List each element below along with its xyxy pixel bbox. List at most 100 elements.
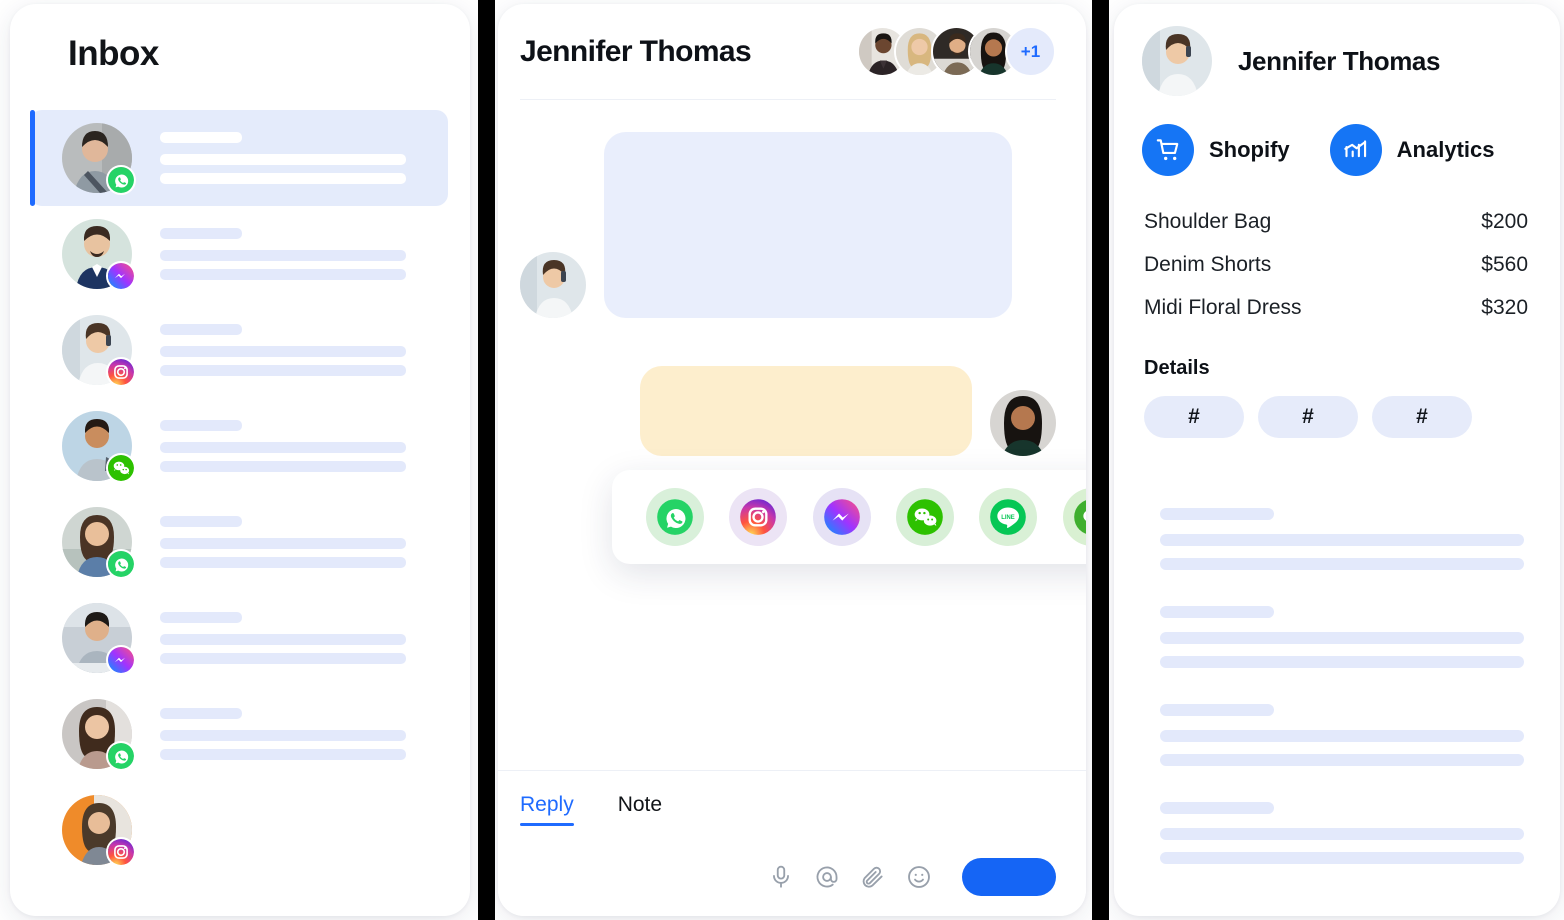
product-name: Denim Shorts xyxy=(1144,253,1272,276)
conversation-list-item[interactable] xyxy=(30,398,448,494)
tag-list: # # # xyxy=(1114,380,1560,438)
product-row[interactable]: Shoulder Bag $200 xyxy=(1144,210,1528,234)
preview-line xyxy=(160,634,406,645)
preview-line xyxy=(160,557,406,568)
tab-reply[interactable]: Reply xyxy=(520,793,574,826)
emoji-icon[interactable] xyxy=(906,864,932,890)
message-bubble xyxy=(604,132,1012,318)
avatar xyxy=(62,411,136,483)
app-shopify[interactable]: Shopify xyxy=(1142,124,1290,176)
participant-avatar-stack[interactable]: +1 xyxy=(857,26,1056,77)
avatar xyxy=(62,315,136,387)
preview-line xyxy=(160,730,406,741)
contact-header: Jennifer Thomas xyxy=(1114,4,1560,96)
contact-details-panel: Jennifer Thomas Shopify Analytics Should… xyxy=(1114,4,1560,916)
skeleton-line xyxy=(1160,558,1524,570)
preview-line xyxy=(160,442,406,453)
conversation-list-item[interactable] xyxy=(30,110,448,206)
preview-line xyxy=(160,538,406,549)
conversation-list-item[interactable] xyxy=(30,206,448,302)
preview-line xyxy=(160,324,242,335)
conversation-list-item[interactable] xyxy=(30,782,448,878)
avatar xyxy=(62,507,136,579)
conversation-list-item[interactable] xyxy=(30,686,448,782)
messenger-icon[interactable] xyxy=(812,488,871,546)
wechat-icon[interactable] xyxy=(895,488,954,546)
tag-chip[interactable]: # xyxy=(1258,396,1358,438)
conversation-preview xyxy=(160,612,448,664)
product-list: Shoulder Bag $200 Denim Shorts $560 Midi… xyxy=(1114,176,1560,320)
conversation-preview xyxy=(160,516,448,568)
preview-line xyxy=(160,173,406,184)
app-label: Shopify xyxy=(1209,137,1290,162)
svg-text:LINE: LINE xyxy=(1002,515,1016,521)
product-name: Shoulder Bag xyxy=(1144,210,1272,233)
preview-line xyxy=(160,269,406,280)
preview-line xyxy=(160,653,406,664)
line-icon[interactable]: LINE xyxy=(979,488,1038,546)
skeleton-line xyxy=(1160,730,1524,742)
messenger-icon xyxy=(106,645,136,675)
skeleton-line xyxy=(1160,852,1524,864)
preview-line xyxy=(160,708,242,719)
skeleton-block xyxy=(1160,508,1524,570)
conversation-header: Jennifer Thomas +1 xyxy=(498,4,1086,77)
instagram-icon xyxy=(106,837,136,867)
message-bubble xyxy=(640,366,972,456)
app-analytics[interactable]: Analytics xyxy=(1329,124,1495,176)
conversation-preview xyxy=(160,228,448,280)
composer: Reply Note xyxy=(498,770,1086,916)
conversation-list-item[interactable] xyxy=(30,590,448,686)
skeleton-block xyxy=(1160,704,1524,766)
tab-note[interactable]: Note xyxy=(618,793,662,826)
preview-line xyxy=(160,132,242,143)
send-button[interactable] xyxy=(962,858,1056,896)
conversation-list-item[interactable] xyxy=(30,494,448,590)
whatsapp-icon[interactable] xyxy=(646,488,704,546)
integration-apps: Shopify Analytics xyxy=(1114,96,1560,176)
skeleton-line xyxy=(1160,754,1524,766)
product-row[interactable]: Midi Floral Dress $320 xyxy=(1144,296,1528,320)
preview-line xyxy=(160,228,242,239)
preview-line xyxy=(160,420,242,431)
device-frame-divider-right xyxy=(1092,0,1109,920)
attachment-icon[interactable] xyxy=(860,864,886,890)
channel-picker-card: LINE xyxy=(612,470,1086,564)
conversation-list xyxy=(10,110,470,878)
preview-line xyxy=(160,250,406,261)
device-frame-divider-left xyxy=(478,0,495,920)
product-row[interactable]: Denim Shorts $560 xyxy=(1144,253,1528,277)
microphone-icon[interactable] xyxy=(768,864,794,890)
skeleton-line xyxy=(1160,828,1524,840)
preview-line xyxy=(160,516,242,527)
conversation-list-item[interactable] xyxy=(30,302,448,398)
preview-line xyxy=(160,749,406,760)
composer-tabs: Reply Note xyxy=(520,793,1056,826)
contact-avatar xyxy=(1142,26,1212,96)
instagram-icon[interactable] xyxy=(729,488,788,546)
skeleton-line xyxy=(1160,704,1274,716)
composer-toolbar xyxy=(520,858,1056,896)
kakaotalk-icon[interactable] xyxy=(1062,488,1086,546)
preview-line xyxy=(160,461,406,472)
conversation-preview xyxy=(160,708,448,760)
page-title: Inbox xyxy=(68,34,159,73)
contact-name: Jennifer Thomas xyxy=(1238,45,1441,76)
avatar xyxy=(62,603,136,675)
tag-chip[interactable]: # xyxy=(1372,396,1472,438)
participants-overflow-badge[interactable]: +1 xyxy=(1005,26,1056,77)
product-price: $320 xyxy=(1481,296,1528,319)
skeleton-line xyxy=(1160,606,1274,618)
message-outgoing xyxy=(520,366,1056,456)
app-screenshot: Inbox Jennifer Thomas +1 LINE Reply Note… xyxy=(0,0,1564,920)
shopping-cart-icon xyxy=(1142,124,1194,176)
messenger-icon xyxy=(106,261,136,291)
preview-line xyxy=(160,346,406,357)
whatsapp-icon xyxy=(106,741,136,771)
conversation-title: Jennifer Thomas xyxy=(520,34,752,68)
mention-icon[interactable] xyxy=(814,864,840,890)
message-incoming xyxy=(520,132,1056,318)
tag-chip[interactable]: # xyxy=(1144,396,1244,438)
avatar xyxy=(62,795,136,867)
details-skeleton-list xyxy=(1114,438,1560,864)
